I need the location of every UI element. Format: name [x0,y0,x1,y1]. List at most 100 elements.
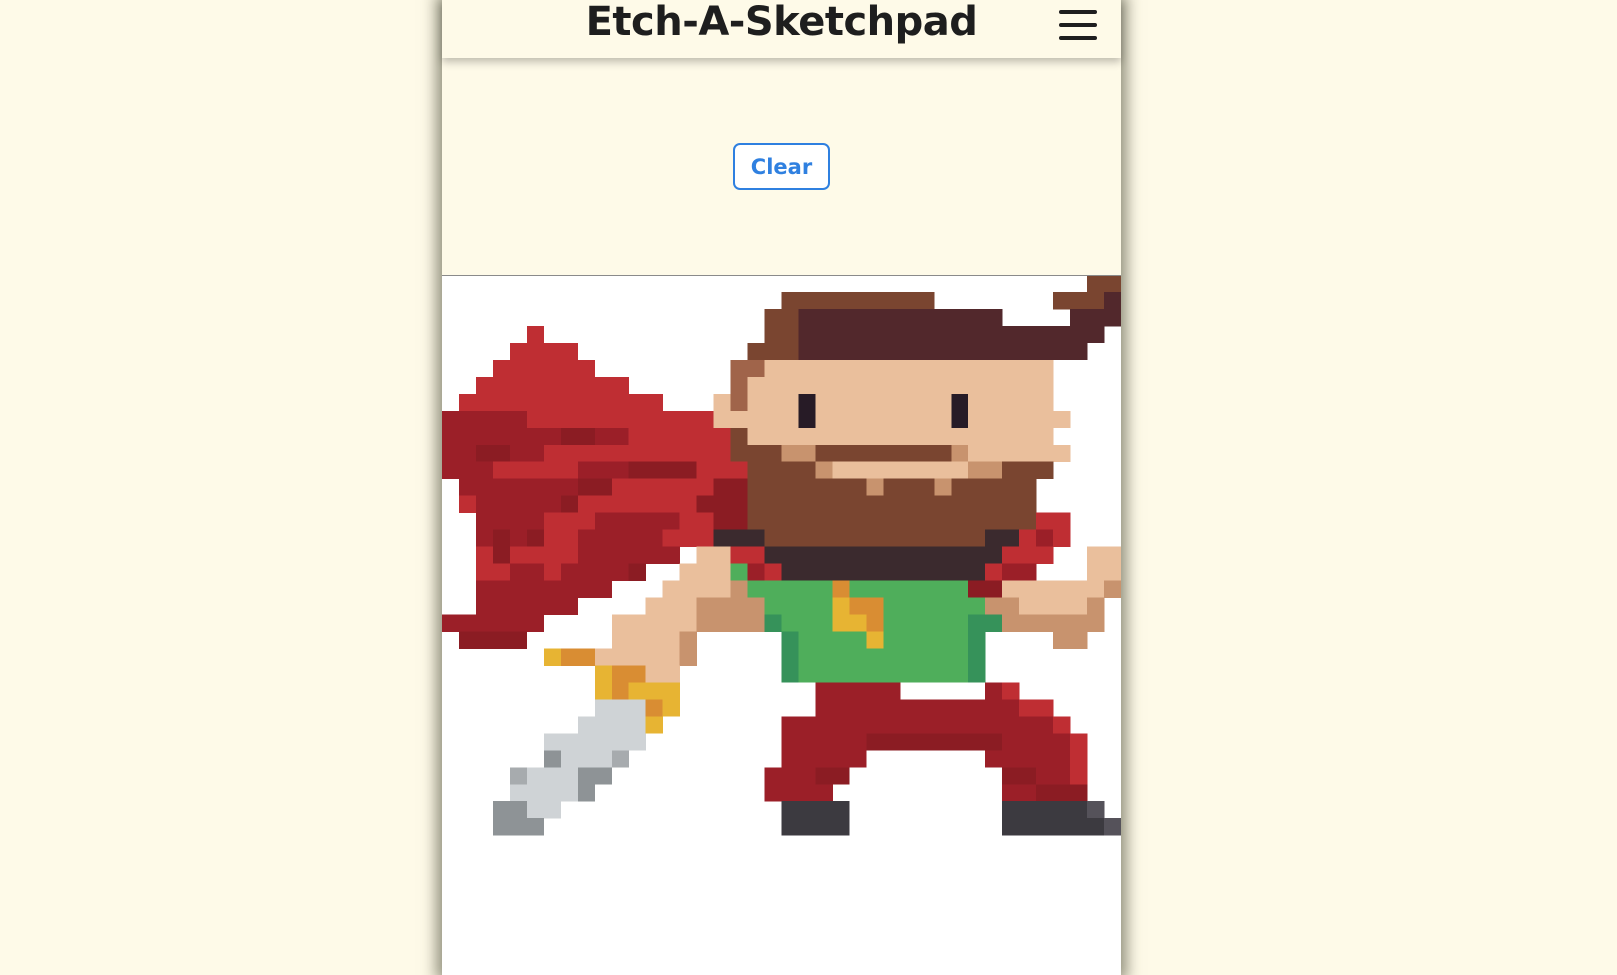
sketch-cell[interactable] [679,563,697,581]
sketch-cell[interactable] [1002,393,1020,412]
sketch-cell[interactable] [526,512,545,530]
sketch-cell[interactable] [475,631,494,649]
sketch-cell[interactable] [645,495,664,513]
sketch-cell[interactable] [594,563,613,581]
sketch-cell[interactable] [934,495,952,513]
sketch-cell[interactable] [968,325,986,344]
sketch-cell[interactable] [900,478,918,497]
sketch-cell[interactable] [985,614,1003,632]
sketch-cell[interactable] [577,376,596,395]
sketch-cell[interactable] [968,308,986,327]
sketch-cell[interactable] [781,750,799,768]
sketch-cell[interactable] [1053,750,1071,768]
sketch-cell[interactable] [594,478,613,497]
sketch-cell[interactable] [1019,393,1037,412]
sketch-cell[interactable] [1070,750,1088,768]
sketch-cell[interactable] [968,597,986,615]
sketch-cell[interactable] [1070,818,1088,836]
sketch-cell[interactable] [985,376,1003,395]
sketch-cell[interactable] [815,597,833,615]
sketch-cell[interactable] [1036,597,1054,615]
sketch-cell[interactable] [798,818,816,836]
sketch-cell[interactable] [577,563,596,581]
sketch-cell[interactable] [968,631,986,649]
sketch-cell[interactable] [1002,410,1020,429]
sketch-cell[interactable] [492,546,511,564]
sketch-cell[interactable] [900,733,918,751]
sketch-cell[interactable] [526,801,545,819]
sketch-cell[interactable] [696,614,714,632]
sketch-cell[interactable] [968,716,986,734]
sketch-cell[interactable] [815,563,833,581]
sketch-cell[interactable] [1019,444,1037,463]
sketch-cell[interactable] [815,682,833,700]
sketch-cell[interactable] [577,512,596,530]
sketch-cell[interactable] [849,495,867,513]
sketch-cell[interactable] [1002,614,1020,632]
sketch-cell[interactable] [1002,342,1020,361]
sketch-cell[interactable] [526,478,545,497]
sketch-cell[interactable] [798,461,816,480]
sketch-cell[interactable] [577,784,596,802]
sketch-cell[interactable] [866,580,884,598]
sketch-cell[interactable] [815,631,833,649]
sketch-cell[interactable] [917,495,935,513]
sketch-cell[interactable] [917,614,935,632]
sketch-cell[interactable] [628,410,647,429]
sketch-cell[interactable] [526,410,545,429]
sketch-cell[interactable] [1070,767,1088,785]
sketch-cell[interactable] [798,733,816,751]
sketch-cell[interactable] [730,546,748,564]
sketch-cell[interactable] [1053,444,1071,463]
sketch-cell[interactable] [730,427,748,446]
sketch-cell[interactable] [628,546,647,564]
sketch-cell[interactable] [458,461,477,480]
sketch-cell[interactable] [815,376,833,395]
sketch-cell[interactable] [815,750,833,768]
sketch-cell[interactable] [526,461,545,480]
sketch-cell[interactable] [883,461,901,480]
sketch-cell[interactable] [475,410,494,429]
sketch-cell[interactable] [849,631,867,649]
sketch-cell[interactable] [815,444,833,463]
sketch-cell[interactable] [509,342,528,361]
sketch-cell[interactable] [798,359,816,378]
sketch-cell[interactable] [917,444,935,463]
sketch-cell[interactable] [509,410,528,429]
sketch-cell[interactable] [815,410,833,429]
sketch-cell[interactable] [628,512,647,530]
sketch-cell[interactable] [458,410,477,429]
sketch-cell[interactable] [1070,597,1088,615]
sketch-cell[interactable] [509,563,528,581]
sketch-cell[interactable] [1019,461,1037,480]
sketch-cell[interactable] [611,444,630,463]
sketch-cell[interactable] [866,393,884,412]
sketch-cell[interactable] [526,444,545,463]
sketch-cell[interactable] [696,512,714,530]
sketch-cell[interactable] [781,495,799,513]
sketch-cell[interactable] [730,580,748,598]
sketch-cell[interactable] [764,410,782,429]
sketch-cell[interactable] [849,665,867,683]
sketch-cell[interactable] [577,495,596,513]
sketch-cell[interactable] [1070,308,1088,327]
sketch-cell[interactable] [985,580,1003,598]
sketch-cell[interactable] [1036,614,1054,632]
sketch-cell[interactable] [968,427,986,446]
sketch-cell[interactable] [985,733,1003,751]
sketch-cell[interactable] [951,580,969,598]
sketch-cell[interactable] [781,546,799,564]
sketch-cell[interactable] [577,767,596,785]
sketch-cell[interactable] [730,444,748,463]
sketch-cell[interactable] [645,648,664,666]
sketch-cell[interactable] [951,529,969,547]
sketch-cell[interactable] [985,410,1003,429]
sketch-cell[interactable] [662,461,680,480]
sketch-cell[interactable] [747,393,765,412]
sketch-cell[interactable] [1019,427,1037,446]
sketch-cell[interactable] [1002,784,1020,802]
sketch-cell[interactable] [968,563,986,581]
sketch-cell[interactable] [628,699,647,717]
sketch-cell[interactable] [849,546,867,564]
sketch-cell[interactable] [645,427,664,446]
